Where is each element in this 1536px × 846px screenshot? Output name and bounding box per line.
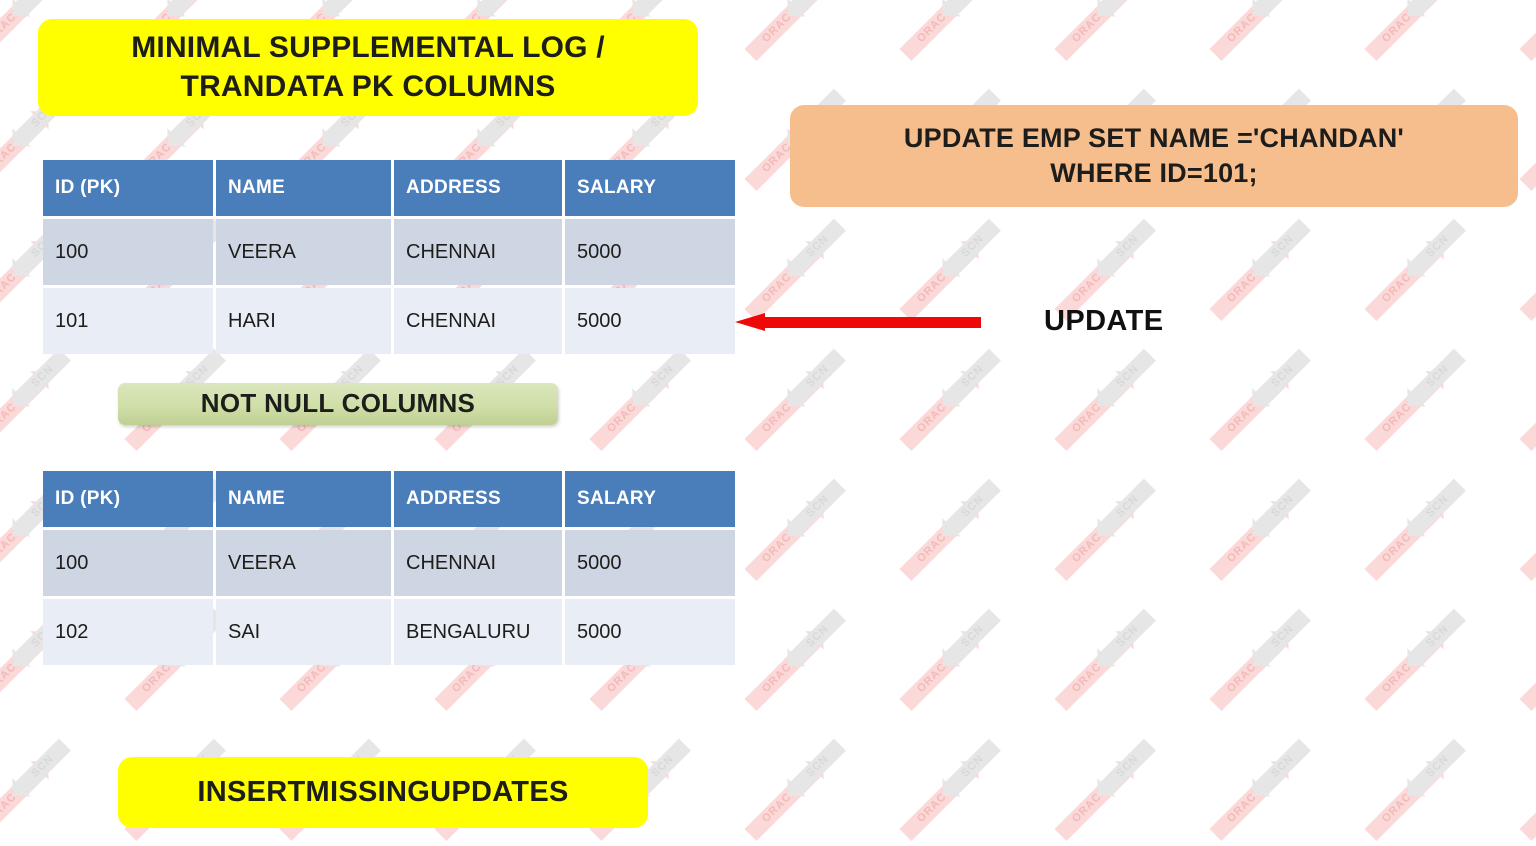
column-header-name: NAME: [216, 471, 391, 527]
column-header-id: ID (PK): [43, 160, 213, 216]
slide-content: MINIMAL SUPPLEMENTAL LOG / TRANDATA PK C…: [0, 0, 1536, 846]
cell-address: BENGALURU: [394, 599, 562, 665]
column-header-salary: SALARY: [565, 471, 735, 527]
insertmissingupdates-callout: INSERTMISSINGUPDATES: [118, 757, 648, 828]
arrow-head: [735, 313, 765, 331]
column-header-name: NAME: [216, 160, 391, 216]
arrow-shaft: [763, 317, 981, 328]
update-arrow-label: UPDATE: [1044, 305, 1164, 337]
table-row: 100 VEERA CHENNAI 5000: [43, 530, 735, 596]
cell-address: CHENNAI: [394, 530, 562, 596]
cell-salary: 5000: [565, 599, 735, 665]
table-header-row: ID (PK) NAME ADDRESS SALARY: [43, 160, 735, 216]
title-callout: MINIMAL SUPPLEMENTAL LOG / TRANDATA PK C…: [38, 19, 698, 116]
cell-id: 101: [43, 288, 213, 354]
cell-name: VEERA: [216, 219, 391, 285]
table-row: 101 HARI CHENNAI 5000: [43, 288, 735, 354]
column-header-address: ADDRESS: [394, 160, 562, 216]
cell-address: CHENNAI: [394, 219, 562, 285]
cell-name: SAI: [216, 599, 391, 665]
cell-address: CHENNAI: [394, 288, 562, 354]
cell-salary: 5000: [565, 219, 735, 285]
cell-salary: 5000: [565, 530, 735, 596]
table-row: 102 SAI BENGALURU 5000: [43, 599, 735, 665]
column-header-address: ADDRESS: [394, 471, 562, 527]
update-arrow-icon: [735, 313, 981, 331]
table-header-row: ID (PK) NAME ADDRESS SALARY: [43, 471, 735, 527]
cell-name: HARI: [216, 288, 391, 354]
trandata-pk-table: ID (PK) NAME ADDRESS SALARY 100 VEERA CH…: [40, 157, 738, 357]
table-row: 100 VEERA CHENNAI 5000: [43, 219, 735, 285]
not-null-columns-callout: NOT NULL COLUMNS: [118, 383, 558, 425]
not-null-columns-table: ID (PK) NAME ADDRESS SALARY 100 VEERA CH…: [40, 468, 738, 668]
cell-id: 100: [43, 530, 213, 596]
column-header-salary: SALARY: [565, 160, 735, 216]
cell-id: 100: [43, 219, 213, 285]
sql-statement-callout: UPDATE EMP SET NAME ='CHANDAN' WHERE ID=…: [790, 105, 1518, 207]
cell-id: 102: [43, 599, 213, 665]
cell-salary: 5000: [565, 288, 735, 354]
slide-canvas: ORACLESCNORACLESCNORACLESCNORACLESCNORAC…: [0, 0, 1536, 846]
cell-name: VEERA: [216, 530, 391, 596]
column-header-id: ID (PK): [43, 471, 213, 527]
